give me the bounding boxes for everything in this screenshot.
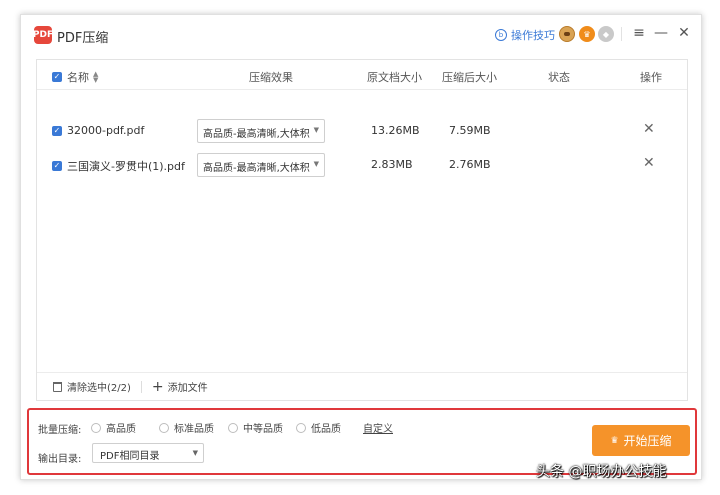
original-size: 13.26MB [371,124,420,137]
output-dir-label: 输出目录: [38,454,82,465]
watermark: 头条 @职场办公技能 [536,464,667,480]
remove-row-icon[interactable]: ✕ [643,121,655,137]
avatar[interactable] [559,26,575,42]
radio-icon [159,422,169,433]
plus-icon: + [151,378,164,395]
quality-radio-medium[interactable]: 中等品质 [228,420,283,435]
radio-label: 高品质 [106,424,136,435]
output-dir-select[interactable]: PDF相同目录 ▼ [92,443,204,463]
add-file-label: 添加文件 [167,383,208,394]
sort-icon[interactable]: ▲ ▼ [93,71,98,84]
start-compress-label: 开始压缩 [623,434,672,448]
footer-divider [140,380,142,393]
tips-label: 操作技巧 [511,29,555,42]
crown-icon[interactable]: ♛ [579,26,595,42]
compressed-size: 7.59MB [449,124,491,137]
select-all-checkbox[interactable]: ✓ [52,72,62,82]
effect-column-header: 压缩效果 [249,71,293,84]
clear-selected-label: 清除选中(2/2) [67,383,131,394]
crown-icon: ♛ [610,435,619,446]
quality-radio-low[interactable]: 低品质 [296,420,341,435]
quality-radio-high[interactable]: 高品质 [91,420,136,435]
radio-icon [91,422,101,433]
file-name: 32000-pdf.pdf [67,124,145,137]
file-name-cell: ✓ 32000-pdf.pdf [52,124,144,137]
row-checkbox[interactable]: ✓ [52,161,62,171]
name-header-label: 名称 [67,71,89,84]
radio-label: 低品质 [311,424,341,435]
compressed-size: 2.76MB [449,158,491,171]
file-name-cell: ✓ 三国演义-罗贯中(1).pdf [52,158,185,174]
title-bar: PDF PDF压缩 b 操作技巧 ♛ ◆ ≡ — ✕ [21,15,701,55]
trash-icon [53,381,62,392]
table-footer: 清除选中(2/2) + 添加文件 [37,372,687,400]
quality-select[interactable]: 高品质-最高清晰,大体积 ▼ [197,119,325,143]
menu-button[interactable]: ≡ [630,25,648,41]
start-compress-button[interactable]: ♛ 开始压缩 [592,425,690,456]
file-name: 三国演义-罗贯中(1).pdf [67,160,185,173]
compressed-size-column-header: 压缩后大小 [442,71,497,84]
table-header: ✓ 名称 ▲ ▼ 压缩效果 原文档大小 压缩后大小 状态 操作 [37,60,687,90]
close-button[interactable]: ✕ [675,25,693,41]
pdf-logo-icon: PDF [33,26,53,44]
radio-label: 中等品质 [243,424,283,435]
action-column-header: 操作 [640,71,662,84]
tips-icon: b [495,29,507,41]
clear-selected-button[interactable]: 清除选中(2/2) [53,379,131,394]
app-window: PDF PDF压缩 b 操作技巧 ♛ ◆ ≡ — ✕ ✓ 名称 ▲ ▼ 压缩效果 … [20,14,702,480]
quality-value: 高品质-最高清晰,大体积 [203,129,310,140]
original-size-column-header: 原文档大小 [367,71,422,84]
table-row: ✓ 32000-pdf.pdf 高品质-最高清晰,大体积 ▼ 13.26MB 7… [37,117,687,145]
chevron-down-icon: ▼ [313,160,319,168]
chevron-down-icon: ▼ [192,449,198,457]
custom-link[interactable]: 自定义 [363,420,393,435]
file-table: ✓ 名称 ▲ ▼ 压缩效果 原文档大小 压缩后大小 状态 操作 ✓ 32000-p… [36,59,688,401]
radio-label: 标准品质 [174,424,214,435]
radio-icon [228,422,238,433]
batch-compress-label: 批量压缩: [38,425,82,436]
table-row: ✓ 三国演义-罗贯中(1).pdf 高品质-最高清晰,大体积 ▼ 2.83MB … [37,151,687,179]
name-column-header[interactable]: ✓ 名称 ▲ ▼ [52,69,98,85]
quality-value: 高品质-最高清晰,大体积 [203,163,310,174]
tips-link[interactable]: b 操作技巧 [495,27,555,43]
add-file-button[interactable]: + 添加文件 [152,379,208,395]
minimize-button[interactable]: — [652,25,670,41]
remove-row-icon[interactable]: ✕ [643,155,655,171]
quality-radio-standard[interactable]: 标准品质 [159,420,214,435]
chevron-down-icon: ▼ [313,126,319,134]
quality-select[interactable]: 高品质-最高清晰,大体积 ▼ [197,153,325,177]
status-column-header: 状态 [548,71,570,84]
diamond-icon[interactable]: ◆ [598,26,614,42]
original-size: 2.83MB [371,158,413,171]
radio-icon [296,422,306,433]
app-title: PDF压缩 [57,31,109,46]
row-checkbox[interactable]: ✓ [52,125,62,136]
title-divider [621,27,622,41]
output-dir-value: PDF相同目录 [100,451,160,462]
